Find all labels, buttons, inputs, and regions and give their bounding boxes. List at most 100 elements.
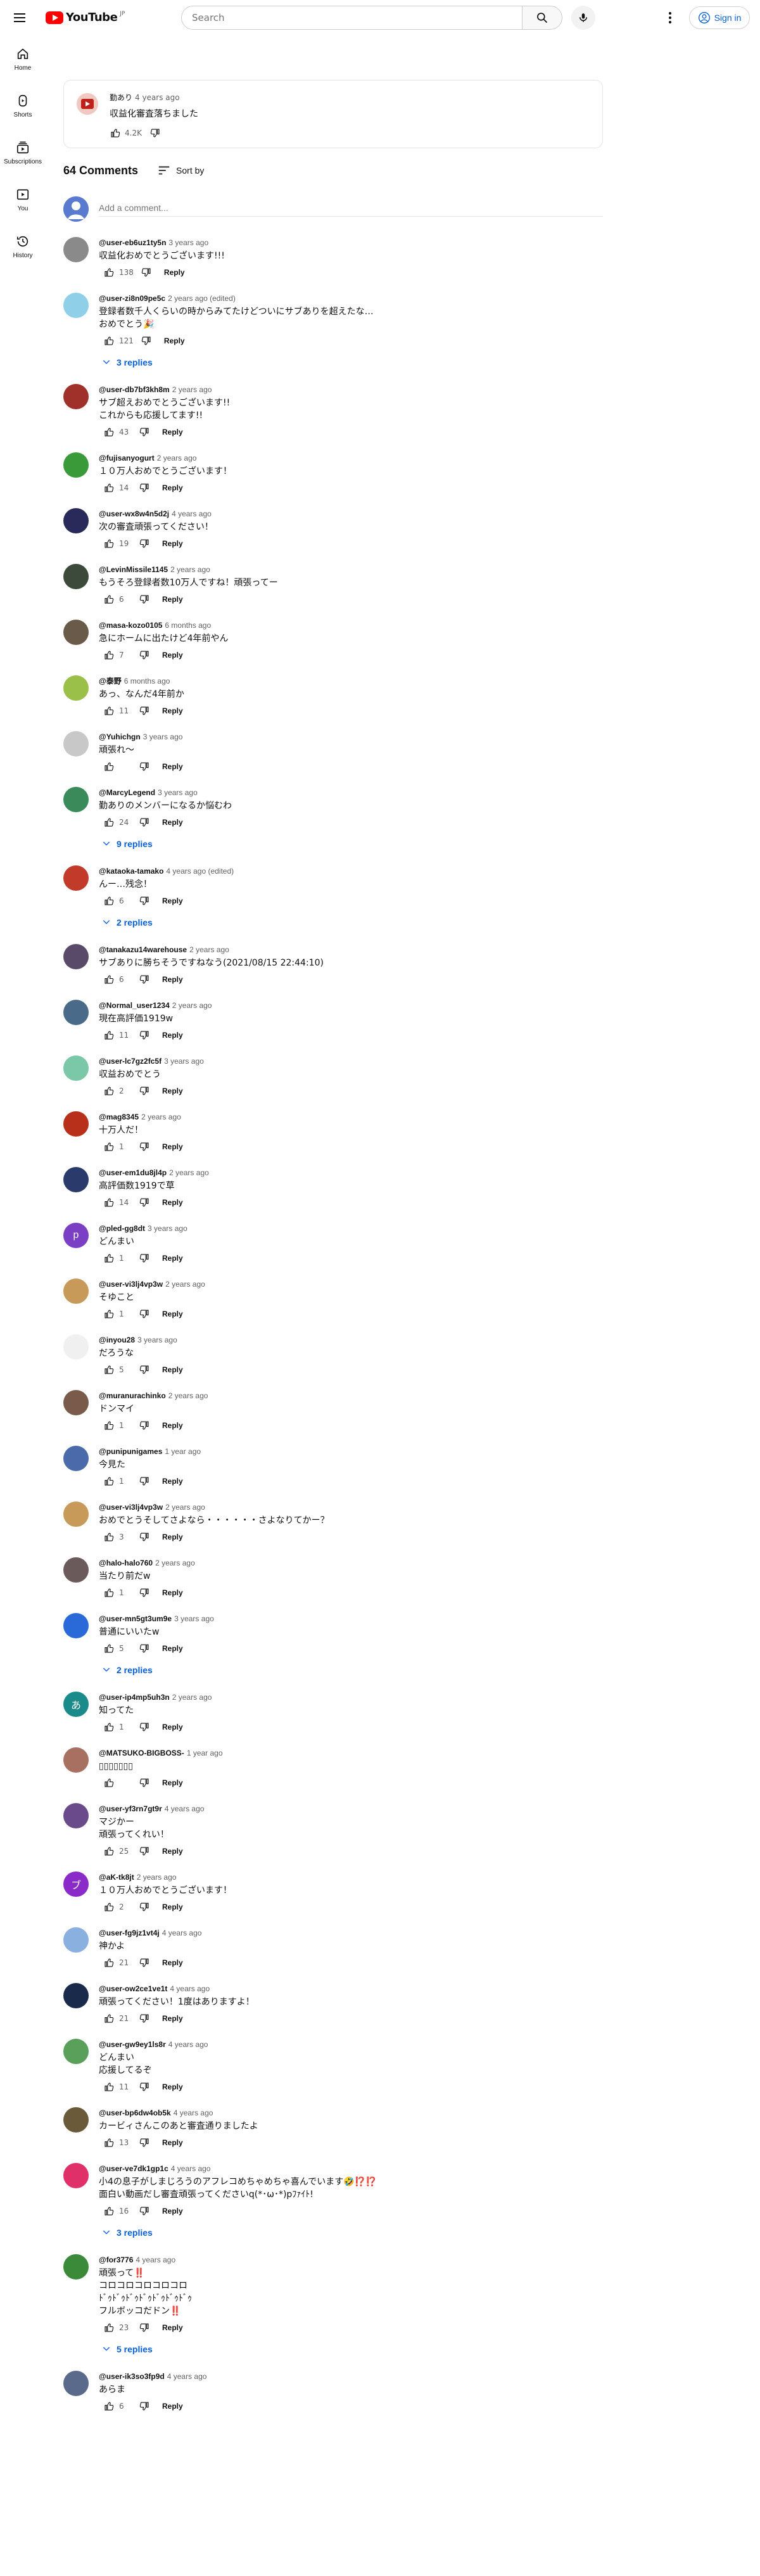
thumbs-up-icon[interactable] <box>99 1527 119 1547</box>
settings-kebab-icon[interactable] <box>661 9 679 27</box>
comment-avatar[interactable] <box>63 1167 89 1192</box>
thumbs-up-icon[interactable] <box>99 891 119 911</box>
comment-avatar[interactable] <box>63 2371 89 2396</box>
comment-avatar[interactable]: ブ <box>63 1871 89 1897</box>
comment-avatar[interactable] <box>63 1000 89 1025</box>
comment-author[interactable]: @user-ve7dk1gp1c <box>99 2164 168 2173</box>
comment-author[interactable]: @user-ik3so3fp9d <box>99 2372 165 2381</box>
thumbs-down-icon[interactable] <box>134 589 155 609</box>
thumbs-up-icon[interactable] <box>99 2318 119 2338</box>
comment-author[interactable]: @for3776 <box>99 2255 133 2264</box>
thumbs-up-icon[interactable] <box>99 1360 119 1380</box>
reply-button[interactable]: Reply <box>155 422 191 442</box>
thumbs-up-icon[interactable] <box>99 2396 119 2416</box>
reply-button[interactable]: Reply <box>155 1638 191 1659</box>
comment-avatar[interactable] <box>63 2163 89 2188</box>
comment-author[interactable]: @fujisanyogurt <box>99 454 155 462</box>
reply-button[interactable]: Reply <box>155 1841 191 1861</box>
comment-time[interactable]: 2 years ago <box>189 945 229 954</box>
reply-button[interactable]: Reply <box>155 2077 191 2097</box>
reply-button[interactable]: Reply <box>156 331 193 351</box>
thumbs-down-icon[interactable] <box>134 1304 155 1324</box>
comment-author[interactable]: @user-lc7gz2fc5f <box>99 1057 162 1066</box>
reply-button[interactable]: Reply <box>155 2008 191 2029</box>
reply-button[interactable]: Reply <box>155 1583 191 1603</box>
comment-author[interactable]: @user-bp6dw4ob5k <box>99 2108 171 2117</box>
thumbs-up-icon[interactable] <box>99 812 119 832</box>
youtube-logo[interactable]: YouTube JP <box>46 11 125 24</box>
comment-time[interactable]: 4 years ago <box>168 2040 208 2049</box>
reply-button[interactable]: Reply <box>155 1192 191 1213</box>
comment-avatar[interactable] <box>63 452 89 478</box>
thumbs-down-icon[interactable] <box>134 1025 155 1045</box>
comment-author[interactable]: @user-mn5gt3um9e <box>99 1614 172 1623</box>
comment-author[interactable]: @halo-halo760 <box>99 1559 153 1567</box>
sort-button[interactable]: Sort by <box>157 163 204 177</box>
sidebar-item-you[interactable]: You <box>3 176 43 223</box>
comment-author[interactable]: @user-zi8n09pe5c <box>99 294 165 303</box>
reply-button[interactable]: Reply <box>155 1717 191 1737</box>
comment-time[interactable]: 1 year ago <box>165 1447 201 1456</box>
post-avatar[interactable] <box>77 93 98 115</box>
comment-avatar[interactable] <box>63 1983 89 2008</box>
comment-time[interactable]: 2 years ago <box>141 1113 181 1121</box>
thumbs-down-icon[interactable] <box>134 2318 155 2338</box>
thumbs-down-icon[interactable] <box>134 701 155 721</box>
comment-time[interactable]: 4 years ago <box>162 1929 202 1937</box>
thumbs-down-icon[interactable] <box>134 422 155 442</box>
thumbs-down-icon[interactable] <box>134 1192 155 1213</box>
comment-avatar[interactable] <box>63 1111 89 1137</box>
comment-avatar[interactable] <box>63 1278 89 1304</box>
comment-author[interactable]: @pled-gg8dt <box>99 1224 145 1233</box>
thumbs-up-icon[interactable] <box>99 1471 119 1491</box>
comment-avatar[interactable] <box>63 237 89 262</box>
view-replies-button[interactable]: 3 replies <box>99 351 603 374</box>
thumbs-up-icon[interactable] <box>99 1025 119 1045</box>
comment-avatar[interactable] <box>63 1613 89 1638</box>
comment-avatar[interactable] <box>63 1557 89 1583</box>
comment-time[interactable]: 2 years ago <box>165 1280 205 1289</box>
comment-avatar[interactable] <box>63 1390 89 1415</box>
comment-time[interactable]: 3 years ago <box>158 788 198 797</box>
thumbs-up-icon[interactable] <box>99 2133 119 2153</box>
comment-time[interactable]: 3 years ago <box>168 238 208 247</box>
thumbs-up-icon[interactable] <box>99 2201 119 2221</box>
reply-button[interactable]: Reply <box>155 1081 191 1101</box>
thumbs-down-icon[interactable] <box>134 1897 155 1917</box>
reply-button[interactable]: Reply <box>155 1248 191 1268</box>
thumbs-down-icon[interactable] <box>134 1638 155 1659</box>
reply-button[interactable]: Reply <box>155 1953 191 1973</box>
thumbs-up-icon[interactable] <box>99 1841 119 1861</box>
comment-avatar[interactable] <box>63 2254 89 2280</box>
reply-button[interactable]: Reply <box>155 1304 191 1324</box>
reply-button[interactable]: Reply <box>155 969 191 990</box>
thumbs-down-icon[interactable] <box>134 533 155 554</box>
comment-author[interactable]: @user-wx8w4n5d2j <box>99 509 169 518</box>
comment-time[interactable]: 4 years ago <box>167 2372 207 2381</box>
thumbs-down-icon[interactable] <box>134 1953 155 1973</box>
thumbs-up-icon[interactable] <box>99 756 119 777</box>
comment-author[interactable]: @user-vi3lj4vp3w <box>99 1280 163 1289</box>
reply-button[interactable]: Reply <box>155 891 191 911</box>
comment-time[interactable]: 4 years ago <box>172 509 212 518</box>
view-replies-button[interactable]: 2 replies <box>99 1659 603 1681</box>
comment-time[interactable]: 2 years ago <box>172 1001 212 1010</box>
thumbs-down-icon[interactable] <box>134 2201 155 2221</box>
reply-button[interactable]: Reply <box>155 1471 191 1491</box>
reply-button[interactable]: Reply <box>155 645 191 665</box>
reply-button[interactable]: Reply <box>155 1360 191 1380</box>
comment-time[interactable]: 3 years ago <box>174 1614 214 1623</box>
thumbs-down-icon[interactable] <box>134 1717 155 1737</box>
view-replies-button[interactable]: 9 replies <box>99 832 603 855</box>
comment-avatar[interactable] <box>63 384 89 409</box>
post-author[interactable]: 勤あり <box>110 93 132 102</box>
comment-avatar[interactable]: p <box>63 1223 89 1248</box>
comment-time[interactable]: 2 years ago <box>172 1693 212 1702</box>
comment-avatar[interactable] <box>63 620 89 645</box>
comment-avatar[interactable] <box>63 2039 89 2064</box>
thumbs-up-icon[interactable] <box>99 969 119 990</box>
comment-author[interactable]: @泰野 <box>99 677 122 685</box>
comment-author[interactable]: @user-yf3rn7gt9r <box>99 1804 162 1813</box>
thumbs-down-icon[interactable] <box>134 1583 155 1603</box>
comment-author[interactable]: @user-vi3lj4vp3w <box>99 1503 163 1512</box>
